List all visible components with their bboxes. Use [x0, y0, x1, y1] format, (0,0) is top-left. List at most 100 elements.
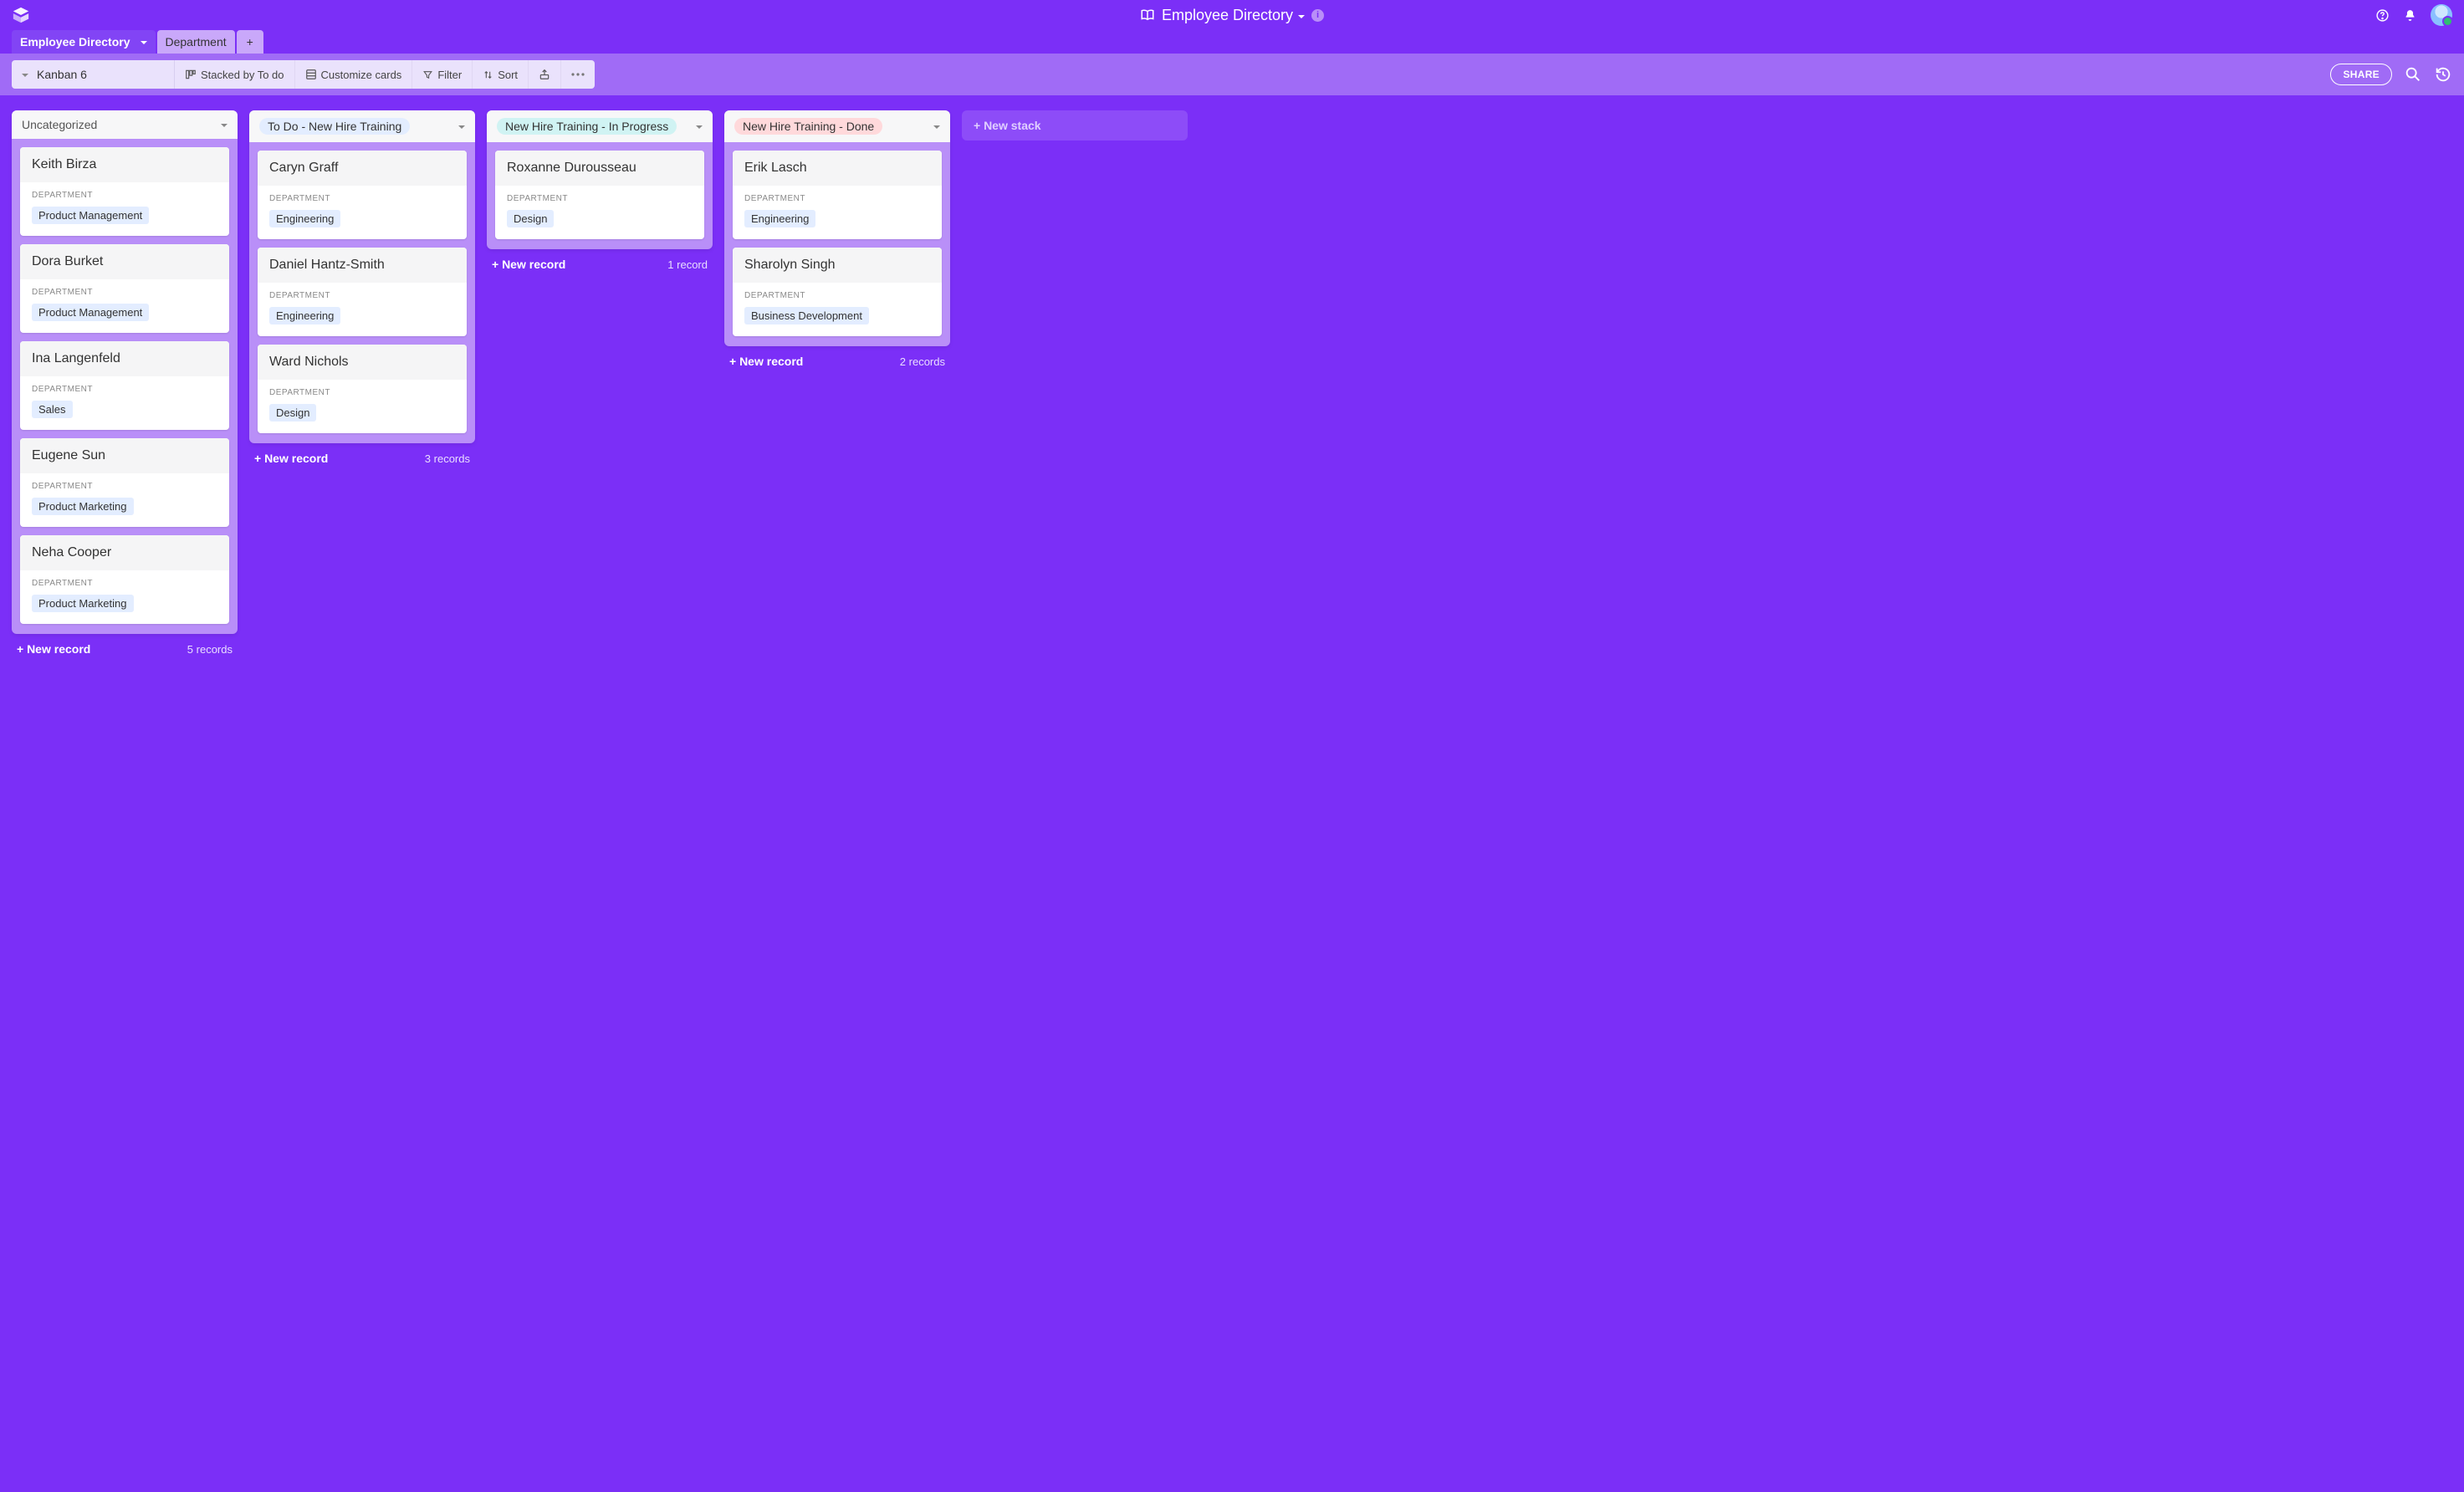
table-tabs: Employee Directory Department + [0, 30, 2464, 54]
field-label: DEPARTMENT [32, 385, 217, 394]
filter-button[interactable]: Filter [412, 60, 473, 89]
stacked-by-button[interactable]: Stacked by To do [175, 60, 295, 89]
department-chip: Product Management [32, 207, 149, 224]
sort-label: Sort [498, 69, 518, 81]
share-export-button[interactable] [529, 60, 561, 89]
column-header[interactable]: New Hire Training - In Progress [487, 110, 713, 142]
record-card[interactable]: Roxanne Durousseau DEPARTMENT Design [495, 151, 704, 239]
record-name: Erik Lasch [733, 151, 942, 186]
record-card[interactable]: Neha CooperDEPARTMENTProduct Marketing [20, 535, 229, 624]
view-selector[interactable]: Kanban 6 [12, 60, 175, 89]
new-record-button[interactable]: + New record [492, 258, 565, 271]
column-title: New Hire Training - In Progress [497, 118, 677, 135]
field-label: DEPARTMENT [507, 194, 693, 203]
record-name: Keith Birza [20, 147, 229, 182]
record-card[interactable]: Eugene SunDEPARTMENTProduct Marketing [20, 438, 229, 527]
column-footer: + New record 1 record [487, 249, 713, 271]
add-table-button[interactable]: + [237, 30, 263, 54]
record-card[interactable]: Daniel Hantz-Smith DEPARTMENT Engineering [258, 248, 467, 336]
field-label: DEPARTMENT [32, 579, 217, 588]
department-chip: Design [507, 210, 554, 227]
info-icon[interactable]: i [1311, 9, 1324, 22]
bell-icon[interactable] [2403, 8, 2417, 23]
field-label: DEPARTMENT [269, 291, 455, 300]
record-card[interactable]: Ina Langenfeld DEPARTMENT Sales [20, 341, 229, 430]
column-title: Uncategorized [22, 118, 97, 131]
customize-cards-button[interactable]: Customize cards [295, 60, 413, 89]
department-chip: Product Management [32, 304, 149, 321]
search-icon[interactable] [2404, 65, 2422, 84]
book-icon [1140, 8, 1155, 23]
filter-label: Filter [437, 69, 462, 81]
new-record-button[interactable]: + New record [254, 452, 328, 465]
record-name: Ward Nichols [258, 345, 467, 380]
kanban-column: New Hire Training - In Progress Roxanne D… [487, 110, 713, 271]
column-title: New Hire Training - Done [734, 118, 882, 135]
view-name: Kanban 6 [37, 68, 87, 81]
kanban-column: New Hire Training - Done Erik Lasch DEPART… [724, 110, 950, 368]
app-title-area: Employee Directory i [1140, 7, 1324, 24]
chevron-down-icon [458, 120, 465, 133]
topbar-right [2375, 4, 2452, 26]
field-label: DEPARTMENT [32, 288, 217, 297]
department-chip: Design [269, 404, 316, 422]
chevron-down-icon [22, 68, 28, 81]
record-name: Dora Burket [20, 244, 229, 279]
new-record-button[interactable]: + New record [17, 642, 90, 656]
record-name: Roxanne Durousseau [495, 151, 704, 186]
department-chip: Sales [32, 401, 73, 418]
kanban-column: To Do - New Hire TrainingCaryn GraffDEPA… [249, 110, 475, 465]
help-icon[interactable] [2375, 8, 2390, 23]
record-count: 5 records [187, 643, 233, 656]
field-label: DEPARTMENT [744, 291, 930, 300]
record-card[interactable]: Ward Nichols DEPARTMENT Design [258, 345, 467, 433]
record-card[interactable]: Sharolyn Singh DEPARTMENT Business Develop… [733, 248, 942, 336]
record-card[interactable]: Caryn GraffDEPARTMENTEngineering [258, 151, 467, 239]
record-count: 2 records [900, 355, 945, 368]
column-footer: + New record 5 records [12, 634, 238, 656]
record-count: 3 records [425, 452, 470, 465]
record-name: Sharolyn Singh [733, 248, 942, 283]
logo-icon[interactable] [12, 6, 30, 24]
app-title[interactable]: Employee Directory [1162, 7, 1305, 24]
field-label: DEPARTMENT [269, 388, 455, 397]
column-header[interactable]: Uncategorized [12, 110, 238, 139]
view-controls: Stacked by To do Customize cards Filter … [175, 60, 595, 89]
history-icon[interactable] [2434, 65, 2452, 84]
department-chip: Engineering [269, 210, 340, 227]
record-card[interactable]: Erik LaschDEPARTMENTEngineering [733, 151, 942, 239]
chevron-down-icon [221, 118, 227, 131]
column-header[interactable]: To Do - New Hire Training [249, 110, 475, 142]
record-card[interactable]: Keith Birza DEPARTMENT Product Management [20, 147, 229, 236]
new-record-button[interactable]: + New record [729, 355, 803, 368]
kanban-board: Uncategorized Keith Birza DEPARTMENT Produc… [0, 95, 2464, 671]
department-chip: Business Development [744, 307, 869, 324]
viewbar: Kanban 6 Stacked by To do Customize card… [0, 54, 2464, 95]
department-chip: Product Marketing [32, 498, 134, 515]
avatar[interactable] [2431, 4, 2452, 26]
topbar: Employee Directory i [0, 0, 2464, 30]
field-label: DEPARTMENT [744, 194, 930, 203]
share-button[interactable]: SHARE [2330, 64, 2392, 85]
chevron-down-icon [696, 120, 703, 133]
record-name: Ina Langenfeld [20, 341, 229, 376]
sort-button[interactable]: Sort [473, 60, 529, 89]
stacked-by-label: Stacked by To do [201, 69, 284, 81]
column-footer: + New record 3 records [249, 443, 475, 465]
tab-employee-directory[interactable]: Employee Directory [12, 30, 156, 54]
new-stack-button[interactable]: + New stack [962, 110, 1188, 141]
record-name: Daniel Hantz-Smith [258, 248, 467, 283]
record-name: Caryn Graff [258, 151, 467, 186]
field-label: DEPARTMENT [32, 482, 217, 491]
column-title: To Do - New Hire Training [259, 118, 410, 135]
record-card[interactable]: Dora Burket DEPARTMENT Product Management [20, 244, 229, 333]
field-label: DEPARTMENT [32, 191, 217, 200]
record-count: 1 record [667, 258, 708, 271]
column-footer: + New record 2 records [724, 346, 950, 368]
department-chip: Engineering [269, 307, 340, 324]
more-button[interactable] [561, 60, 595, 89]
customize-label: Customize cards [321, 69, 402, 81]
chevron-down-icon [933, 120, 940, 133]
tab-department[interactable]: Department [157, 30, 235, 54]
column-header[interactable]: New Hire Training - Done [724, 110, 950, 142]
